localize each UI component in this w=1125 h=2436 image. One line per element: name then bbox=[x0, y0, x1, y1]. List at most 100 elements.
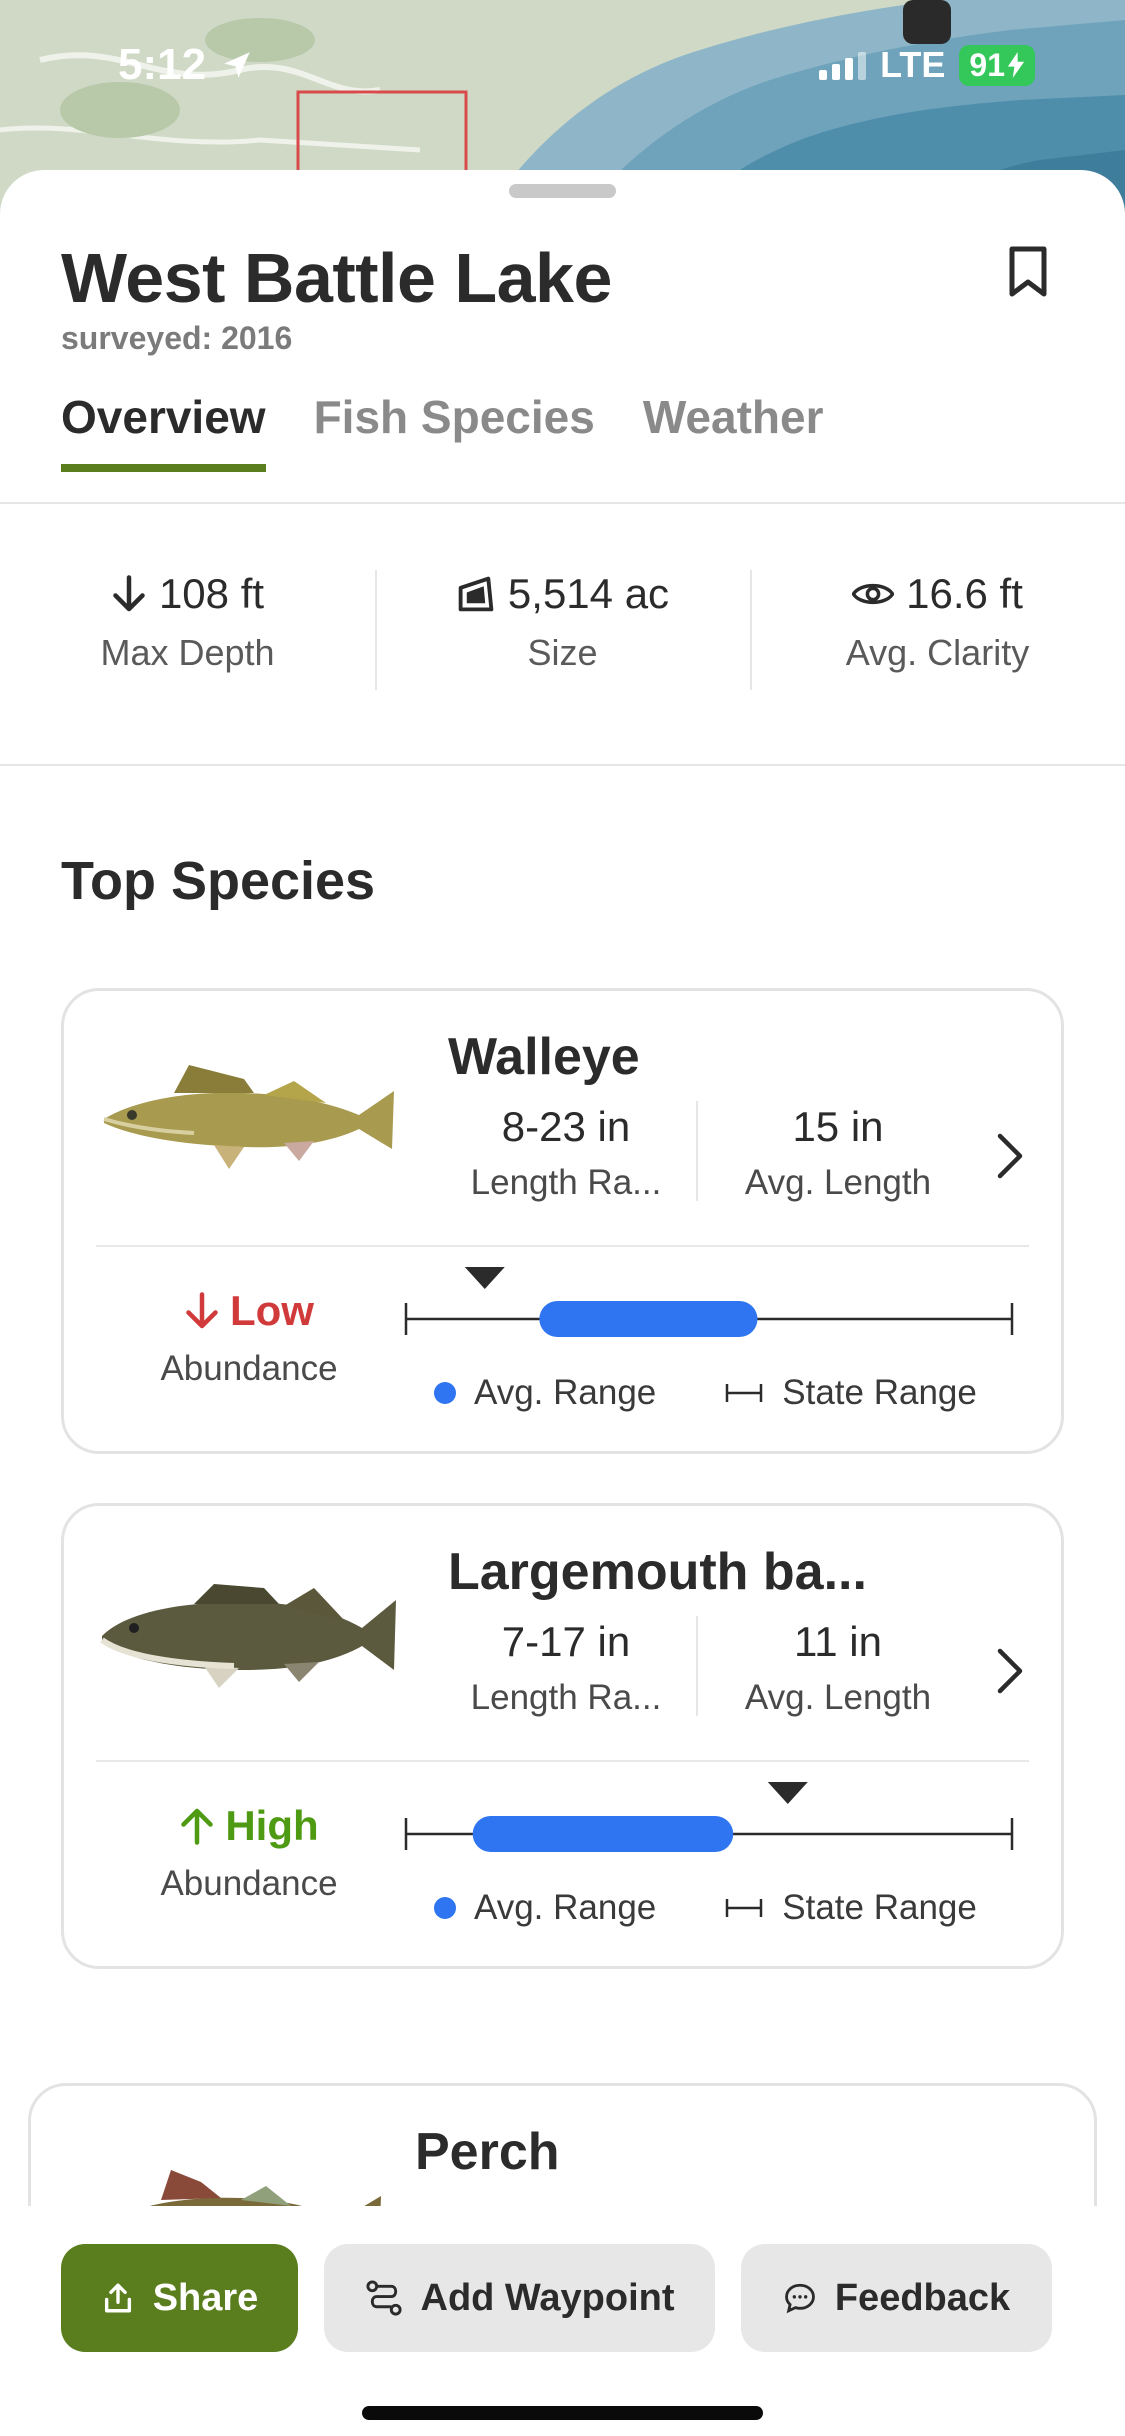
stat-size-value-row: 5,514 ac bbox=[456, 570, 669, 618]
home-indicator bbox=[362, 2406, 763, 2420]
feedback-button[interactable]: Feedback bbox=[741, 2244, 1052, 2352]
status-time: 5:12 bbox=[118, 40, 254, 90]
cellular-signal-icon bbox=[819, 50, 867, 80]
avg-range-bar bbox=[472, 1816, 734, 1852]
add-waypoint-label: Add Waypoint bbox=[420, 2276, 675, 2319]
feedback-label: Feedback bbox=[834, 2276, 1011, 2319]
range-legend: Avg. Range State Range bbox=[434, 1888, 977, 1928]
area-icon bbox=[458, 576, 494, 612]
length-range-value: 7-17 in bbox=[501, 1618, 631, 1665]
species-name: Largemouth ba... bbox=[448, 1543, 867, 1601]
bottom-action-bar: Share Add Waypoint Feedback bbox=[0, 2206, 1125, 2436]
lake-title: West Battle Lake bbox=[61, 239, 612, 317]
species-card-walleye[interactable]: Walleye 8-23 in Length Ra... 15 in Avg. … bbox=[61, 988, 1064, 1454]
lake-stats: 108 ft Max Depth 5,514 ac Size 16.6 ft A… bbox=[0, 570, 1125, 690]
eye-icon bbox=[852, 583, 895, 605]
battery-icon: 91 bbox=[959, 44, 1035, 86]
stat-clarity-value: 16.6 ft bbox=[906, 570, 1023, 617]
range-marker bbox=[464, 1267, 505, 1289]
avg-length-value: 15 in bbox=[792, 1103, 884, 1150]
top-species-heading: Top Species bbox=[61, 851, 376, 911]
species-name: Walleye bbox=[448, 1028, 640, 1086]
species-card-largemouth-bass[interactable]: Largemouth ba... 7-17 in Length Ra... 11… bbox=[61, 1503, 1064, 1969]
stat-max-depth: 108 ft Max Depth bbox=[0, 570, 375, 680]
surveyed-year: surveyed: 2016 bbox=[61, 320, 293, 356]
abundance: Low Abundance bbox=[104, 1287, 394, 1389]
state-range-icon bbox=[726, 1899, 763, 1917]
section-divider bbox=[0, 764, 1125, 766]
status-indicators: LTE 91 bbox=[819, 44, 1035, 86]
sheet-grabber[interactable] bbox=[509, 184, 616, 198]
abundance: High Abundance bbox=[104, 1802, 394, 1904]
avg-length-label: Avg. Length bbox=[744, 1163, 932, 1202]
bookmark-icon[interactable] bbox=[1008, 246, 1048, 298]
legend-avg-range: Avg. Range bbox=[474, 1373, 657, 1412]
range-legend: Avg. Range State Range bbox=[434, 1373, 977, 1413]
avg-range-dot-icon bbox=[434, 1382, 456, 1404]
tab-fish-species[interactable]: Fish Species bbox=[314, 390, 595, 472]
length-range-chart bbox=[404, 1267, 1014, 1337]
range-marker bbox=[767, 1782, 808, 1804]
metric-separator bbox=[696, 1101, 698, 1201]
largemouth-bass-fish-image bbox=[100, 1584, 396, 1688]
length-range-label: Length Ra... bbox=[470, 1678, 662, 1717]
stat-size-value: 5,514 ac bbox=[507, 570, 670, 617]
state-range-icon bbox=[726, 1384, 763, 1402]
charging-bolt-icon bbox=[1007, 52, 1025, 78]
share-label: Share bbox=[152, 2276, 259, 2319]
add-waypoint-button[interactable]: Add Waypoint bbox=[324, 2244, 715, 2352]
length-range: 7-17 in Length Ra... bbox=[436, 1618, 696, 1718]
clock-text: 5:12 bbox=[118, 40, 207, 89]
abundance-value-row: Low bbox=[104, 1287, 394, 1335]
share-button[interactable]: Share bbox=[61, 2244, 298, 2352]
tabs-divider bbox=[0, 502, 1125, 504]
stat-size-label: Size bbox=[527, 632, 598, 673]
abundance-label: Abundance bbox=[160, 1349, 338, 1388]
length-range: 8-23 in Length Ra... bbox=[436, 1103, 696, 1203]
avg-length: 15 in Avg. Length bbox=[708, 1103, 968, 1203]
abundance-level: High bbox=[225, 1802, 319, 1849]
arrow-down-icon bbox=[186, 1292, 218, 1329]
metric-separator bbox=[696, 1616, 698, 1716]
stat-size: 5,514 ac Size bbox=[375, 570, 750, 690]
stat-max-depth-label: Max Depth bbox=[100, 632, 275, 673]
avg-length-value: 11 in bbox=[794, 1618, 882, 1665]
legend-avg-range: Avg. Range bbox=[474, 1888, 657, 1927]
stat-max-depth-value-row: 108 ft bbox=[111, 570, 264, 618]
chevron-right-icon[interactable] bbox=[992, 1131, 1028, 1181]
arrow-up-icon bbox=[181, 1808, 214, 1845]
stat-clarity: 16.6 ft Avg. Clarity bbox=[750, 570, 1125, 690]
avg-length: 11 in Avg. Length bbox=[708, 1618, 968, 1718]
card-divider bbox=[96, 1245, 1029, 1247]
walleye-fish-image bbox=[103, 1065, 394, 1169]
network-type: LTE bbox=[880, 44, 946, 85]
abundance-label: Abundance bbox=[160, 1864, 338, 1903]
chat-bubble-icon bbox=[784, 2283, 815, 2314]
tab-bar: Overview Fish Species Weather bbox=[61, 390, 823, 472]
species-card-header: Walleye 8-23 in Length Ra... 15 in Avg. … bbox=[64, 991, 1061, 1245]
route-icon bbox=[365, 2280, 402, 2316]
arrow-down-icon bbox=[113, 575, 145, 612]
chevron-right-icon[interactable] bbox=[992, 1646, 1028, 1696]
avg-range-dot-icon bbox=[434, 1897, 456, 1919]
species-card-header: Largemouth ba... 7-17 in Length Ra... 11… bbox=[64, 1506, 1061, 1760]
tab-weather[interactable]: Weather bbox=[643, 390, 824, 472]
stat-clarity-value-row: 16.6 ft bbox=[852, 570, 1023, 618]
length-range-chart bbox=[404, 1782, 1014, 1852]
stat-clarity-label: Avg. Clarity bbox=[845, 632, 1030, 673]
stat-max-depth-value: 108 ft bbox=[158, 570, 265, 617]
tab-overview[interactable]: Overview bbox=[61, 390, 266, 472]
lake-detail-sheet: West Battle Lake surveyed: 2016 Overview… bbox=[0, 170, 1125, 2436]
length-range-label: Length Ra... bbox=[470, 1163, 662, 1202]
species-name: Perch bbox=[415, 2123, 560, 2181]
location-arrow-icon bbox=[224, 52, 250, 78]
avg-range-bar bbox=[539, 1301, 758, 1337]
card-divider bbox=[96, 1760, 1029, 1762]
length-range-value: 8-23 in bbox=[501, 1103, 631, 1150]
legend-state-range: State Range bbox=[782, 1888, 977, 1927]
share-icon bbox=[104, 2283, 131, 2313]
battery-level: 91 bbox=[969, 46, 1005, 83]
abundance-value-row: High bbox=[104, 1802, 394, 1850]
abundance-level: Low bbox=[230, 1287, 314, 1334]
legend-state-range: State Range bbox=[782, 1373, 977, 1412]
